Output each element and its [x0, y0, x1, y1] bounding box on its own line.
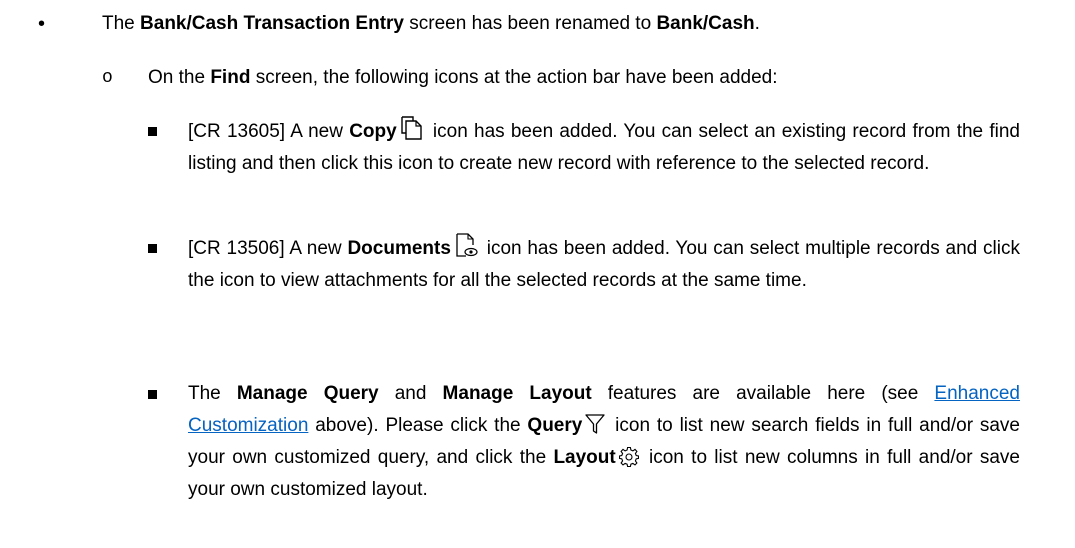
gear-icon [618, 447, 639, 467]
item-text: [CR 13605] A new Copy icon has been adde… [188, 115, 1020, 180]
bullet-dot: • [38, 13, 46, 35]
item-text: [CR 13506] A new Documents icon has been… [188, 232, 1020, 297]
sub-bullet-circle: o [102, 68, 113, 88]
copy-icon [400, 115, 424, 141]
bullet-text: The Bank/Cash Transaction Entry screen h… [102, 13, 760, 34]
filter-icon [585, 413, 605, 435]
square-bullet [148, 390, 157, 399]
square-bullet [148, 127, 157, 136]
documents-icon [454, 232, 478, 258]
square-bullet [148, 244, 157, 253]
item-text: The Manage Query and Manage Layout featu… [188, 383, 1020, 500]
sub-bullet-text: On the Find screen, the following icons … [148, 67, 778, 88]
document-page: • The Bank/Cash Transaction Entry screen… [0, 0, 1075, 548]
